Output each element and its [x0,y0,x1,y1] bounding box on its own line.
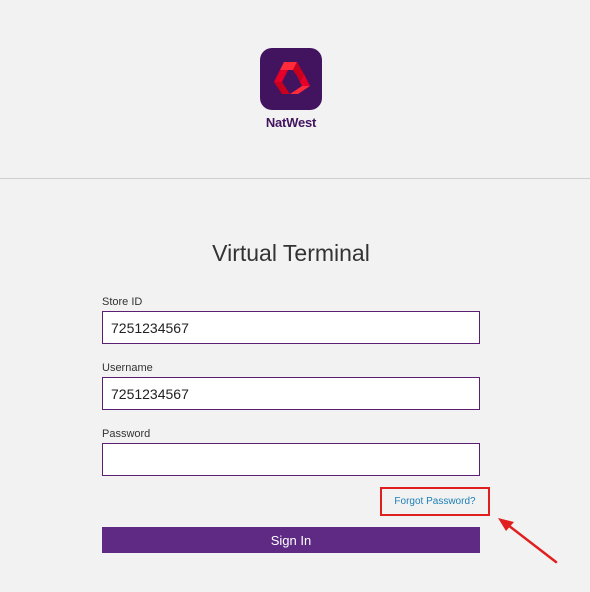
store-id-label: Store ID [102,296,143,308]
natwest-logo-icon [260,48,322,110]
red-arrow-pointer-icon [498,518,558,564]
brand-name: NatWest [265,115,317,130]
header: NatWest [0,0,590,179]
page-title: Virtual Terminal [212,240,370,266]
store-id-input[interactable] [102,311,480,344]
sign-in-button[interactable]: Sign In [102,527,480,553]
password-label: Password [102,428,151,440]
password-input[interactable] [102,443,480,476]
forgot-password-link[interactable]: Forgot Password? [380,487,490,516]
username-label: Username [102,362,153,374]
username-input[interactable] [102,377,480,410]
